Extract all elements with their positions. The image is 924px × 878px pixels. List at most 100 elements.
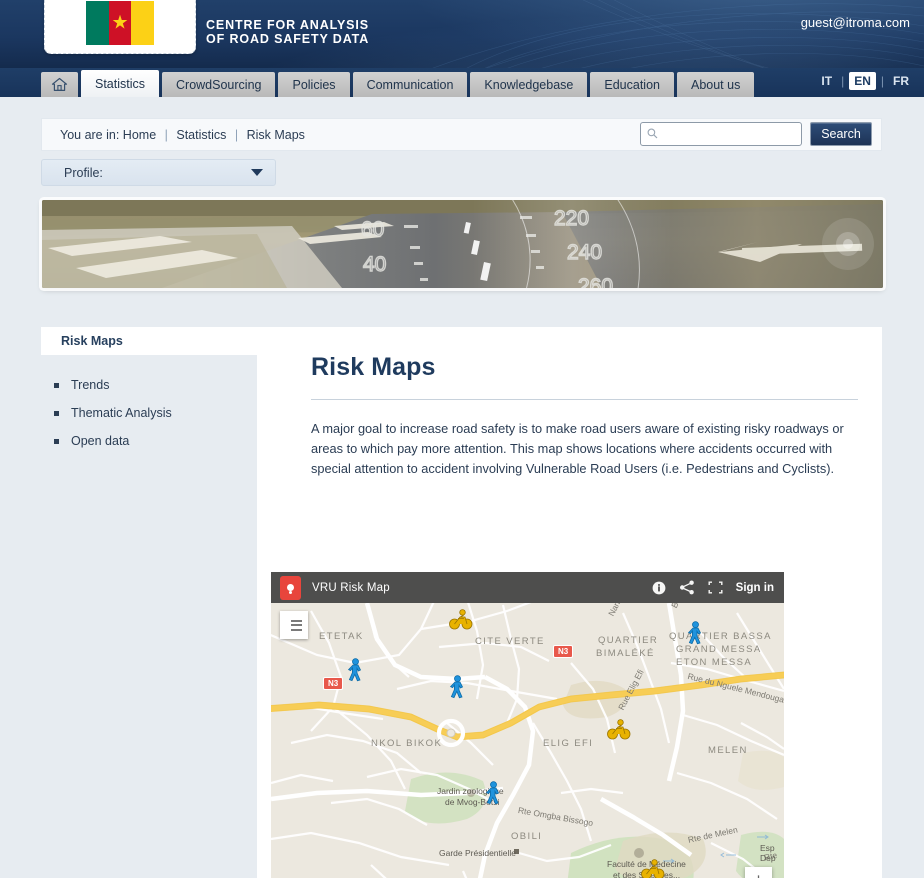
share-icon[interactable] <box>679 580 695 595</box>
svg-text:40: 40 <box>363 253 386 276</box>
language-it[interactable]: IT <box>817 73 836 89</box>
info-icon[interactable] <box>652 581 666 595</box>
map-area-label: OBILI <box>511 831 543 842</box>
search-input[interactable] <box>662 124 795 144</box>
sidebar-item-risk-maps[interactable]: Risk Maps <box>41 327 257 355</box>
map-area-label: MELEN <box>708 745 748 756</box>
nav-tab-crowdsourcing[interactable]: CrowdSourcing <box>162 72 276 97</box>
map-area-label: QUARTIER <box>598 635 659 646</box>
fullscreen-icon[interactable] <box>708 581 723 594</box>
risk-map-widget[interactable]: VRU Risk Map Sign in ETETAK CITE VERTE Q… <box>271 572 784 878</box>
map-legend-button[interactable] <box>280 611 308 639</box>
user-email[interactable]: guest@itroma.com <box>801 15 910 30</box>
nav-tab-education[interactable]: Education <box>590 72 674 97</box>
breadcrumb-item-risk-maps[interactable]: Risk Maps <box>247 128 305 142</box>
breadcrumb-separator: | <box>164 127 168 142</box>
nav-tab-label: Communication <box>366 77 454 92</box>
title-divider <box>311 399 858 400</box>
search-field[interactable] <box>640 122 802 146</box>
breadcrumb-separator: | <box>234 127 239 142</box>
nav-tab-knowledgebase[interactable]: Knowledgebase <box>470 72 588 97</box>
breadcrumb-prefix: You are in: <box>60 127 120 142</box>
nav-tab-label: About us <box>690 77 741 92</box>
route-shield-n3: N3 <box>323 677 344 690</box>
breadcrumb-item-statistics[interactable]: Statistics <box>176 128 226 142</box>
map-area-label: ELIG EFI <box>543 738 594 749</box>
language-separator: | <box>880 74 884 88</box>
sidebar: Risk Maps Trends Thematic Analysis Open … <box>41 327 257 878</box>
nav-tab-label: CrowdSourcing <box>176 77 262 92</box>
profile-select[interactable]: Profile: <box>41 159 276 186</box>
nav-tab-communication[interactable]: Communication <box>352 72 468 97</box>
profile-label: Profile: <box>64 165 103 180</box>
map-sign-in-button[interactable]: Sign in <box>736 582 774 594</box>
breadcrumb-item-home[interactable]: Home <box>123 128 156 142</box>
language-en[interactable]: EN <box>849 72 876 90</box>
sidebar-item-thematic-analysis[interactable]: Thematic Analysis <box>41 399 257 427</box>
svg-text:260: 260 <box>578 275 613 288</box>
map-area-label: NKOL BIKOK <box>371 738 443 749</box>
map-area-label: BIMALÉKÉ <box>596 648 655 659</box>
language-fr[interactable]: FR <box>889 73 913 89</box>
map-zoom-in-button[interactable]: + <box>745 867 772 878</box>
sidebar-item-trends[interactable]: Trends <box>41 371 257 399</box>
svg-text:220: 220 <box>554 207 589 230</box>
sidebar-menu: Trends Thematic Analysis Open data <box>41 355 257 455</box>
bullet-icon <box>54 410 59 416</box>
breadcrumb-bar: You are in: Home | Statistics | Risk Map… <box>41 118 882 151</box>
map-actions: Sign in <box>652 580 774 595</box>
nav-tab-list: Statistics CrowdSourcing Policies Commun… <box>41 68 757 97</box>
nav-tab-statistics[interactable]: Statistics <box>81 70 160 97</box>
page-root: ★ Centre for Analysis of Road Safety Dat… <box>0 0 924 878</box>
map-poi-label: Esp <box>760 843 775 853</box>
map-area-label: ETETAK <box>319 631 364 642</box>
sidebar-item-label: Open data <box>71 434 130 448</box>
bullet-icon <box>54 438 59 444</box>
search-group: Search <box>640 122 872 146</box>
site-logo[interactable]: ★ <box>44 0 196 54</box>
svg-text:240: 240 <box>567 241 602 264</box>
chevron-down-icon <box>251 169 263 176</box>
brand-line-1: Centre for Analysis <box>206 18 369 32</box>
language-switcher: IT | EN | FR <box>817 72 913 90</box>
breadcrumb: You are in: Home | Statistics | Risk Map… <box>60 128 305 142</box>
nav-home-button[interactable] <box>41 72 78 97</box>
map-area-label: ETON MESSA <box>676 657 753 668</box>
svg-text:60: 60 <box>361 218 384 241</box>
nav-tab-label: Policies <box>292 77 336 92</box>
legend-list-icon <box>287 617 302 633</box>
nav-tab-label: Knowledgebase <box>484 77 574 92</box>
map-poi-label: Garde Présidentielle <box>439 848 517 858</box>
brand-line-2: of Road Safety Data <box>206 32 370 46</box>
search-button[interactable]: Search <box>810 122 872 146</box>
nav-tab-label: Education <box>604 77 660 92</box>
page-body: You are in: Home | Statistics | Risk Map… <box>0 97 924 878</box>
home-icon <box>51 77 68 92</box>
bullet-icon <box>54 382 59 388</box>
flag-star-icon: ★ <box>111 12 129 33</box>
cameroon-flag-icon: ★ <box>86 0 154 45</box>
map-poi-label: Dep <box>760 853 776 863</box>
nav-tab-about-us[interactable]: About us <box>676 72 755 97</box>
map-zoom-controls: + − <box>745 867 772 878</box>
map-toolbar: VRU Risk Map Sign in <box>271 572 784 603</box>
map-pin-icon <box>280 575 301 600</box>
map-area-label: CITE VERTE <box>475 636 545 647</box>
route-shield-n3: N3 <box>553 645 574 658</box>
brand-title: Centre for Analysis of Road Safety Data <box>206 18 369 46</box>
sidebar-item-label: Thematic Analysis <box>71 406 172 420</box>
map-canvas[interactable]: ETETAK CITE VERTE QUARTIER BIMALÉKÉ QUAR… <box>271 603 784 878</box>
nav-tab-label: Statistics <box>95 76 146 91</box>
nav-tab-policies[interactable]: Policies <box>278 72 350 97</box>
search-icon <box>647 127 658 142</box>
hero-banner: 60 40 220 240 260 <box>42 200 883 288</box>
sidebar-item-label: Trends <box>71 378 110 392</box>
main-navigation: Statistics CrowdSourcing Policies Commun… <box>0 68 924 97</box>
site-header: ★ Centre for Analysis of Road Safety Dat… <box>0 0 924 68</box>
map-area-label: GRAND MESSA <box>676 644 762 655</box>
sidebar-item-open-data[interactable]: Open data <box>41 427 257 455</box>
map-title: VRU Risk Map <box>312 581 390 594</box>
language-separator: | <box>841 74 845 88</box>
intro-paragraph: A major goal to increase road safety is … <box>311 421 844 476</box>
banner-road-image: 60 40 220 240 260 <box>42 200 883 288</box>
